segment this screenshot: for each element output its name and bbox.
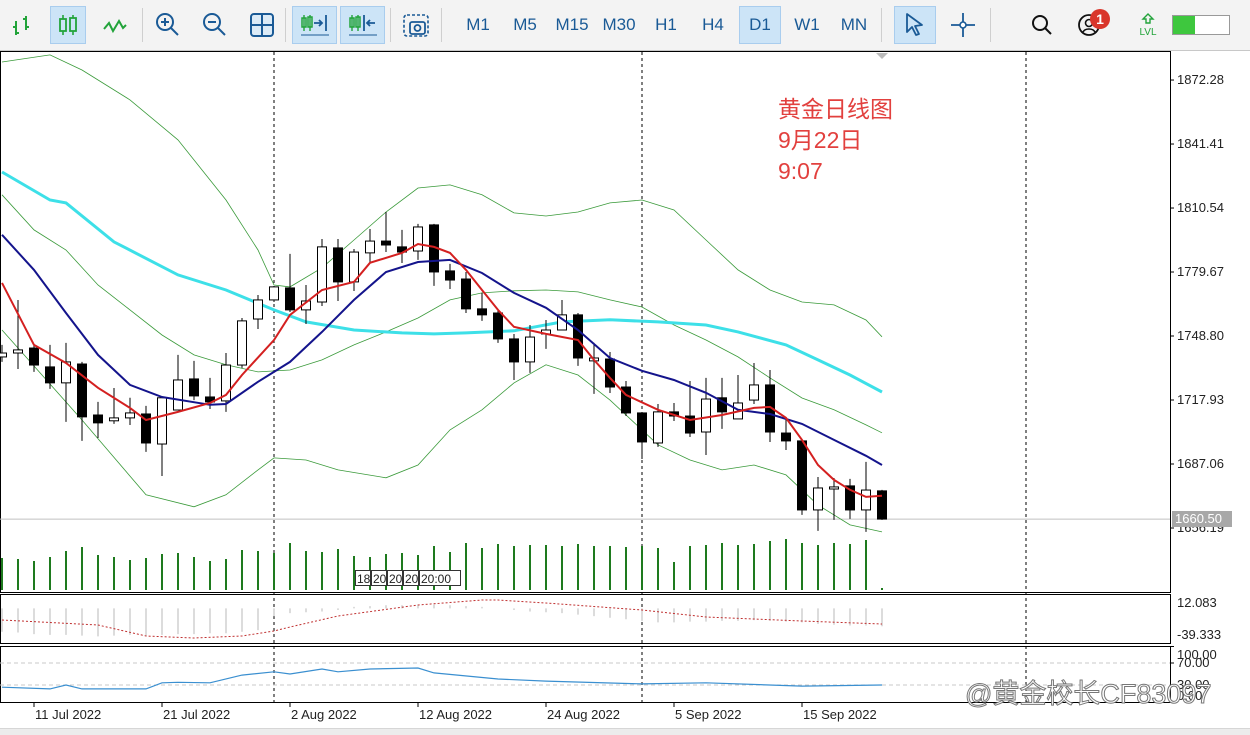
- time-axis-label: 5 Sep 2022: [675, 707, 742, 722]
- candle-body: [365, 240, 375, 254]
- candle-body: [781, 432, 791, 442]
- price-axis-label: 1748.80: [1177, 328, 1224, 343]
- time-axis-label: 2 Aug 2022: [291, 707, 357, 722]
- candle-body: [125, 412, 135, 419]
- candle-body: [445, 270, 455, 281]
- candle-body: [317, 246, 327, 303]
- time-tag: 20: [387, 570, 403, 586]
- oscillator-max-label: 12.083: [1177, 595, 1217, 610]
- candle-body: [573, 314, 583, 359]
- candle-body: [13, 349, 23, 354]
- candle-body: [509, 338, 519, 363]
- bull-candle: [317, 238, 327, 306]
- price-axis-label: 1810.54: [1177, 200, 1224, 216]
- candle-body: [493, 312, 503, 340]
- candle-body: [253, 299, 263, 320]
- candle-body: [269, 286, 279, 301]
- time-tag: 20:00: [419, 570, 461, 586]
- candle-body: [93, 414, 103, 424]
- annotation-title: 黄金日线图: [778, 96, 893, 122]
- candle-body: [653, 411, 663, 444]
- price-axis-label: 1717.93: [1177, 392, 1224, 407]
- price-axis-label: 1687.06: [1177, 456, 1224, 471]
- bear-candle: [797, 439, 807, 515]
- annotation-time: 9:07: [778, 158, 823, 184]
- current-price-tag: 1660.50: [1172, 511, 1232, 527]
- candle-body: [333, 247, 343, 283]
- time-tag: 20: [403, 570, 419, 586]
- candle-body: [29, 347, 39, 366]
- candle-body: [797, 440, 807, 511]
- candle-body: [381, 240, 391, 246]
- candle-body: [637, 412, 647, 443]
- time-axis-label: 11 Jul 2022: [35, 707, 102, 722]
- candle-body: [461, 278, 471, 310]
- bear-candle: [877, 489, 887, 520]
- price-chart[interactable]: [0, 0, 1250, 734]
- candle-body: [109, 417, 119, 422]
- rsi-axis-label: 70.00: [1177, 655, 1210, 670]
- candle-body: [173, 379, 183, 411]
- candle-body: [749, 384, 759, 401]
- candle-body: [237, 320, 247, 366]
- time-tag: 20: [371, 570, 387, 586]
- candle-body: [701, 398, 711, 433]
- time-axis-label: 15 Sep 2022: [803, 707, 877, 722]
- time-axis-label: 21 Jul 2022: [163, 707, 231, 722]
- bear-candle: [493, 309, 503, 343]
- price-axis-label: 1779.67: [1177, 264, 1224, 280]
- candle-body: [413, 226, 423, 252]
- candle-body: [829, 486, 839, 490]
- price-axis-label: 1872.28: [1177, 72, 1224, 88]
- watermark: @黄金校长CF83097: [964, 679, 1212, 710]
- time-axis-label: 12 Aug 2022: [419, 707, 493, 722]
- time-axis-label: 24 Aug 2022: [547, 707, 621, 722]
- candle-body: [477, 308, 487, 316]
- oscillator-min-label: -39.333: [1177, 627, 1222, 642]
- candle-body: [45, 366, 55, 384]
- bull-candle: [269, 286, 279, 303]
- annotation-date: 9月22日: [778, 127, 863, 153]
- candle-body: [813, 487, 823, 511]
- candle-body: [861, 489, 871, 511]
- price-axis-label: 1841.41: [1177, 136, 1224, 152]
- candle-body: [0, 352, 7, 358]
- candle-body: [285, 287, 295, 311]
- candle-body: [189, 378, 199, 397]
- bull-candle: [237, 317, 247, 368]
- time-tag: 18: [355, 570, 371, 586]
- candle-body: [157, 397, 167, 445]
- oscillator-pane: [0, 594, 1171, 644]
- chart-annotation: 黄金日线图 9月22日 9:07: [778, 94, 893, 187]
- candle-body: [525, 336, 535, 363]
